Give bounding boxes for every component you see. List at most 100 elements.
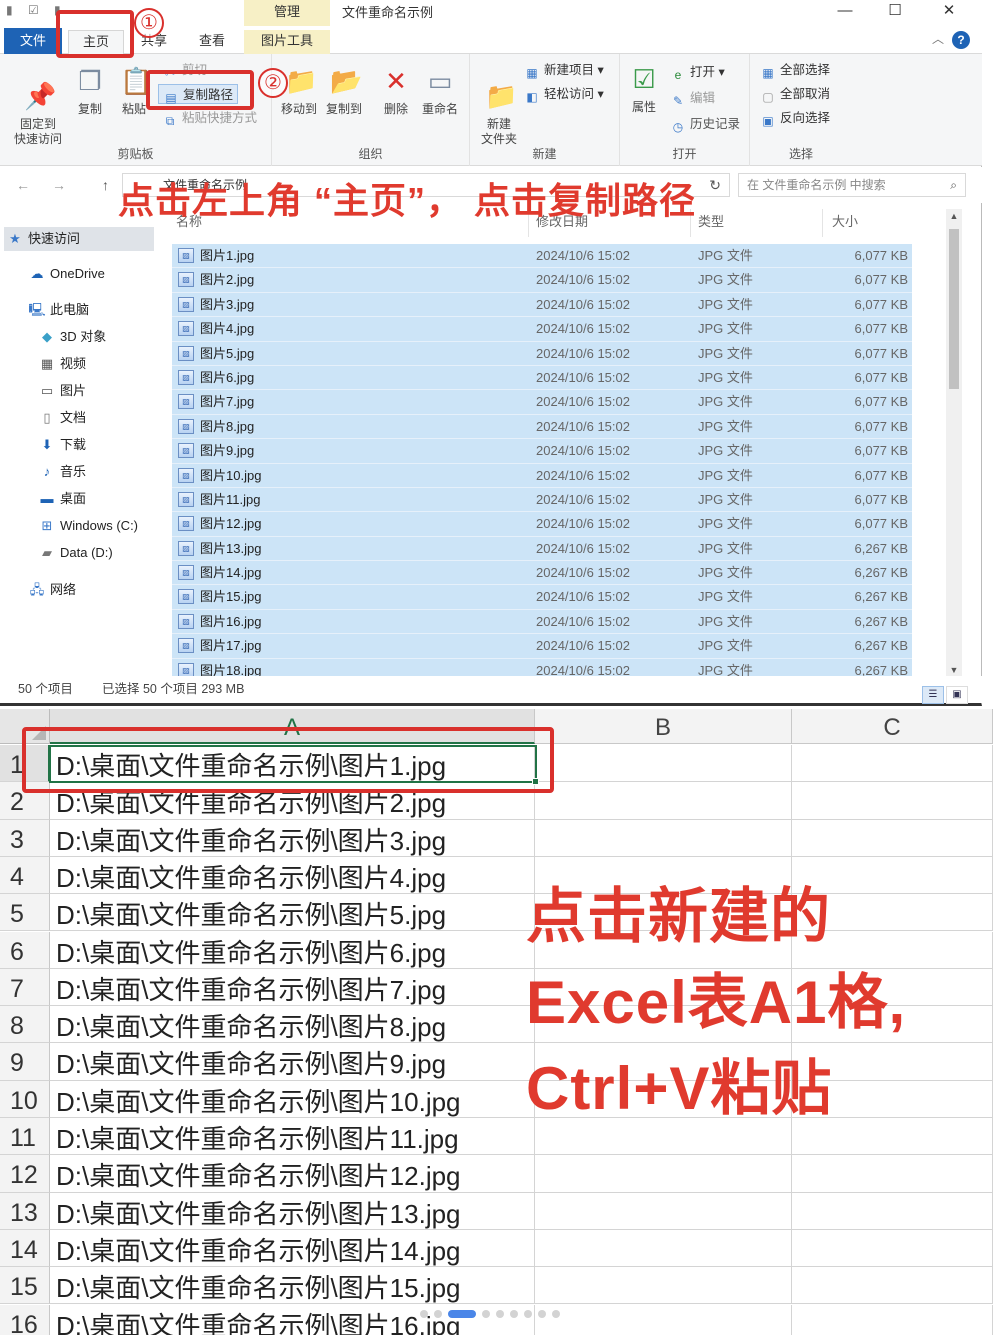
nav-item-music[interactable]: ♪ 音乐 [38, 460, 86, 484]
close-button[interactable]: ✕ [926, 0, 972, 24]
page-dot[interactable] [538, 1309, 546, 1318]
page-dot[interactable] [524, 1309, 532, 1318]
file-row[interactable]: ▨ 图片15.jpg 2024/10/6 15:02 JPG 文件 6,267 KB [172, 585, 912, 610]
column-header-type[interactable]: 类型 [698, 211, 724, 233]
column-header-size[interactable]: 大小 [832, 211, 858, 233]
cell-c[interactable] [792, 1229, 993, 1268]
file-row[interactable]: ▨ 图片18.jpg 2024/10/6 15:02 JPG 文件 6,267 KB [172, 658, 912, 676]
cell-b[interactable] [535, 782, 792, 820]
copy-button[interactable]: ❐ 复制 [68, 64, 112, 117]
copy-to-button[interactable]: 📂 复制到 [322, 64, 366, 117]
cell-a[interactable]: D:\桌面\文件重命名示例\图片3.jpg [50, 819, 535, 857]
large-icons-view-icon[interactable]: ▣ [946, 686, 968, 704]
tab-file[interactable]: 文件 [4, 28, 62, 54]
minimize-button[interactable]: — [822, 0, 868, 24]
paste-shortcut-button[interactable]: ⧉ 粘贴快捷方式 [162, 108, 257, 128]
cell-b[interactable] [535, 1229, 792, 1268]
new-folder-button[interactable]: 📁 新建 文件夹 [474, 64, 524, 147]
collapse-ribbon-icon[interactable]: ︿ [932, 30, 944, 47]
row-header[interactable]: 7 [0, 968, 50, 1007]
vertical-scrollbar[interactable]: ▲ ▼ [946, 209, 962, 676]
nav-item-quick-access[interactable]: ★ 快速访问 [4, 227, 154, 251]
rename-button[interactable]: ▭ 重命名 [418, 64, 462, 117]
nav-item-desktop[interactable]: ▬ 桌面 [38, 487, 87, 511]
open-button[interactable]: e 打开 ▾ [670, 62, 725, 82]
file-row[interactable]: ▨ 图片16.jpg 2024/10/6 15:02 JPG 文件 6,267 KB [172, 609, 912, 635]
row-header[interactable]: 6 [0, 931, 50, 969]
cell-c[interactable] [792, 1267, 993, 1305]
file-row[interactable]: ▨ 图片5.jpg 2024/10/6 15:02 JPG 文件 6,077 KB [172, 341, 912, 366]
file-row[interactable]: ▨ 图片14.jpg 2024/10/6 15:02 JPG 文件 6,267 KB [172, 561, 912, 586]
tab-view[interactable]: 查看 [190, 30, 234, 54]
cell-b[interactable] [535, 1192, 792, 1230]
file-row[interactable]: ▨ 图片17.jpg 2024/10/6 15:02 JPG 文件 6,267 KB [172, 634, 912, 659]
file-row[interactable]: ▨ 图片11.jpg 2024/10/6 15:02 JPG 文件 6,077 KB [172, 487, 912, 513]
page-dot[interactable] [552, 1309, 560, 1318]
cell-a[interactable]: D:\桌面\文件重命名示例\图片15.jpg [50, 1267, 535, 1305]
page-dot[interactable] [420, 1309, 428, 1318]
nav-item-drive-c[interactable]: ⊞ Windows (C:) [38, 514, 138, 538]
cell-a[interactable]: D:\桌面\文件重命名示例\图片11.jpg [50, 1118, 535, 1156]
cell-b[interactable] [535, 1267, 792, 1305]
cell-c[interactable] [792, 1155, 993, 1193]
nav-item-3d-objects[interactable]: ◆ 3D 对象 [38, 325, 106, 349]
row-header[interactable]: 13 [0, 1192, 50, 1230]
row-header[interactable]: 16 [0, 1304, 50, 1335]
cell-a[interactable]: D:\桌面\文件重命名示例\图片9.jpg [50, 1043, 535, 1081]
scrollbar-thumb[interactable] [949, 229, 959, 389]
page-dot[interactable] [496, 1309, 504, 1318]
cell-c[interactable] [792, 745, 993, 783]
cell-a[interactable]: D:\桌面\文件重命名示例\图片10.jpg [50, 1080, 535, 1118]
row-header[interactable]: 3 [0, 819, 50, 857]
cell-a[interactable]: D:\桌面\文件重命名示例\图片12.jpg [50, 1155, 535, 1193]
delete-button[interactable]: ✕ 删除 [378, 64, 414, 117]
nav-item-downloads[interactable]: ⬇ 下载 [38, 433, 86, 457]
nav-item-this-pc[interactable]: 🖳 此电脑 [28, 298, 89, 322]
column-divider[interactable] [822, 209, 823, 237]
row-header[interactable]: 14 [0, 1229, 50, 1268]
row-header[interactable]: 15 [0, 1267, 50, 1305]
forward-arrow-icon[interactable]: → [52, 177, 66, 193]
refresh-icon[interactable]: ↻ [709, 174, 721, 196]
cell-a[interactable]: D:\桌面\文件重命名示例\图片7.jpg [50, 968, 535, 1007]
nav-item-documents[interactable]: ▯ 文档 [38, 406, 86, 430]
search-input[interactable]: 在 文件重命名示例 中搜索 ⌕ [738, 173, 966, 197]
easy-access-button[interactable]: ◧ 轻松访问 ▾ [524, 84, 603, 104]
file-row[interactable]: ▨ 图片12.jpg 2024/10/6 15:02 JPG 文件 6,077 KB [172, 512, 912, 537]
invert-selection-button[interactable]: ▣ 反向选择 [760, 108, 830, 128]
history-button[interactable]: ◷ 历史记录 [670, 114, 740, 134]
nav-item-network[interactable]: 🖧 网络 [28, 578, 76, 602]
row-header[interactable]: 11 [0, 1118, 50, 1156]
file-row[interactable]: ▨ 图片2.jpg 2024/10/6 15:02 JPG 文件 6,077 KB [172, 268, 912, 293]
new-item-button[interactable]: ▦ 新建项目 ▾ [524, 60, 603, 80]
cell-a[interactable]: D:\桌面\文件重命名示例\图片8.jpg [50, 1006, 535, 1044]
cell-a[interactable]: D:\桌面\文件重命名示例\图片14.jpg [50, 1229, 535, 1268]
file-row[interactable]: ▨ 图片4.jpg 2024/10/6 15:02 JPG 文件 6,077 KB [172, 317, 912, 342]
file-row[interactable]: ▨ 图片1.jpg 2024/10/6 15:02 JPG 文件 6,077 KB [172, 244, 912, 269]
cell-c[interactable] [792, 1192, 993, 1230]
cell-b[interactable] [535, 745, 792, 783]
help-icon[interactable]: ? [952, 31, 970, 49]
properties-button[interactable]: ☑ 属性 [626, 62, 662, 115]
tab-picture-tools[interactable]: 图片工具 [244, 30, 330, 54]
file-row[interactable]: ▨ 图片13.jpg 2024/10/6 15:02 JPG 文件 6,267 KB [172, 536, 912, 562]
cell-a[interactable]: D:\桌面\文件重命名示例\图片4.jpg [50, 856, 535, 895]
cell-a[interactable]: D:\桌面\文件重命名示例\图片6.jpg [50, 931, 535, 969]
row-header[interactable]: 10 [0, 1080, 50, 1118]
cell-b[interactable] [535, 1304, 792, 1335]
nav-item-videos[interactable]: ▦ 视频 [38, 352, 86, 376]
cell-c[interactable] [792, 819, 993, 857]
scroll-down-icon[interactable]: ▼ [946, 665, 962, 675]
file-row[interactable]: ▨ 图片6.jpg 2024/10/6 15:02 JPG 文件 6,077 KB [172, 365, 912, 391]
page-dot[interactable] [510, 1309, 518, 1318]
back-arrow-icon[interactable]: ← [16, 177, 30, 193]
file-row[interactable]: ▨ 图片9.jpg 2024/10/6 15:02 JPG 文件 6,077 KB [172, 439, 912, 464]
nav-item-onedrive[interactable]: ☁ OneDrive [28, 262, 105, 286]
column-header-b[interactable]: B [535, 709, 792, 744]
scroll-up-icon[interactable]: ▲ [946, 211, 962, 221]
column-header-c[interactable]: C [792, 709, 993, 744]
nav-item-pictures[interactable]: ▭ 图片 [38, 379, 86, 403]
pin-quick-access-button[interactable]: 📌 固定到 快速访问 [8, 64, 68, 147]
page-dot[interactable] [434, 1309, 442, 1318]
row-header[interactable]: 12 [0, 1155, 50, 1193]
